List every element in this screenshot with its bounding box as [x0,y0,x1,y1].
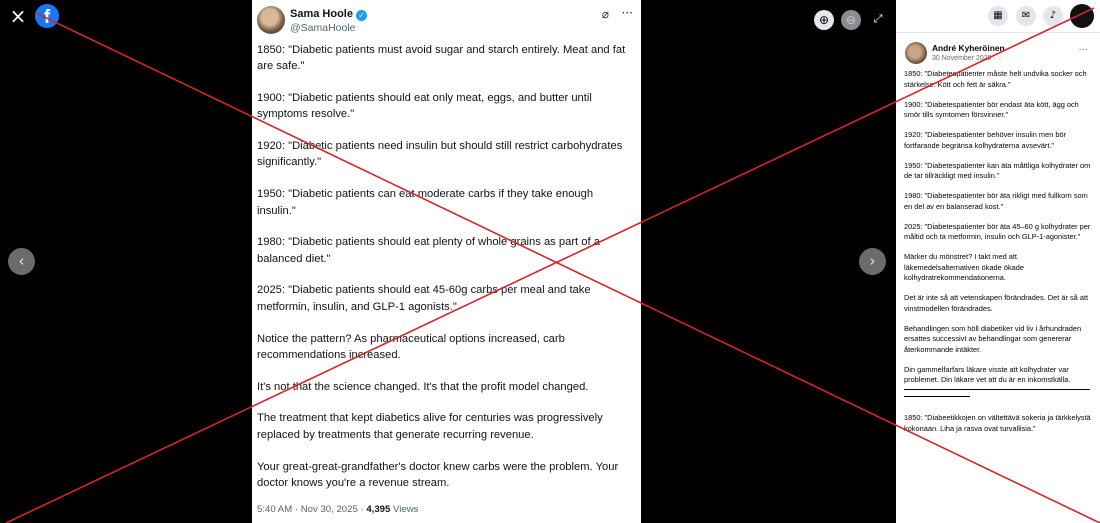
post-author-avatar[interactable] [905,42,927,64]
post-more-icon[interactable]: ··· [1078,45,1088,56]
tweet-timestamp: 5:40 AM · Nov 30, 2025 · 4,395 Views [257,504,633,515]
tweet-paragraph: 1850: "Diabetic patients must avoid suga… [257,44,626,73]
tweet-author-avatar [257,6,285,34]
post-author-name[interactable]: André Kyheröinen [932,43,1005,53]
tweet-paragraph: 2025: "Diabetic patients should eat 45-6… [257,284,591,313]
tweet-views-label: Views [390,503,419,515]
tweet-paragraph: 1980: "Diabetic patients should eat plen… [257,236,600,265]
post-paragraph: 2025: "Diabetespatienter bör äta 45–60 g… [904,221,1091,242]
post-date[interactable]: 30 November 2025 · ◌ [932,55,1002,62]
tweet-header: Sama Hoole ✓ @SamaHoole ⌀ ··· [257,4,633,42]
post-paragraph: Märker du mönstret? I takt med att läkem… [904,252,1024,282]
post-paragraph: 1980: "Diabetespatienter bör äta rikligt… [904,191,1088,211]
tweet-views-count: 4,395 [366,503,391,515]
post-paragraph: 1950: "Diabetespatienter kan äta måttlig… [904,160,1091,181]
account-avatar[interactable] [1070,4,1094,28]
verified-badge-icon: ✓ [355,10,367,21]
tweet-author-name-text: Sama Hoole [290,8,353,20]
fullscreen-icon[interactable]: ⤢ [870,11,886,27]
tweet-time: 5:40 AM · Nov 30, 2025 · [257,503,367,515]
close-icon[interactable]: × [8,6,28,26]
post-paragraph: Din gammelfarfars läkare visste att kolh… [904,364,1071,385]
panel-top-bar: ▦ ✉ ♪ [896,0,1100,33]
tweet-screenshot: Sama Hoole ✓ @SamaHoole ⌀ ··· 1850: "Diab… [252,0,641,523]
post-paragraph: 1920: "Diabetespatienter behöver insulin… [904,130,1067,150]
tweet-paragraph: 1920: "Diabetic patients need insulin bu… [257,140,623,169]
post-side-panel: ▦ ✉ ♪ André Kyheröinen 30 November 2025 … [896,0,1100,523]
zoom-in-icon[interactable]: ⊕ [814,10,834,30]
tweet-author-handle: @SamaHoole [290,22,356,34]
post-divider [904,396,970,397]
tweet-author-name: Sama Hoole ✓ [290,8,367,21]
notifications-bell-icon[interactable]: ♪ [1043,6,1063,26]
zoom-out-icon[interactable]: ⊖ [841,10,861,30]
next-photo-button[interactable]: › [859,248,886,275]
post-paragraph: Behandlingen som höll diabetiker vid liv… [904,323,1082,354]
tweet-paragraph: Your great-great-grandfather's doctor kn… [257,460,619,489]
tweet-text: 1850: "Diabetic patients must avoid suga… [257,42,633,491]
tweet-paragraph: 1950: "Diabetic patients can eat moderat… [257,188,594,217]
tweet-paragraph: Notice the pattern? As pharmaceutical op… [257,332,565,361]
tweet-paragraph: It's not that the science changed. It's … [257,380,589,393]
post-text: 1850: "Diabetespatienter måste helt undv… [896,69,1100,434]
post-paragraph: 1850: "Diabetespatienter måste helt undv… [904,69,1087,89]
menu-grid-icon[interactable]: ▦ [988,6,1008,26]
post-header: André Kyheröinen 30 November 2025 · ◌ ··… [896,41,1100,69]
tweet-more-icon: ··· [621,6,633,20]
post-paragraph: 1900: "Diabetespatienter bör endast äta … [904,99,1079,120]
facebook-logo-icon[interactable]: f [35,4,59,28]
previous-photo-button[interactable]: ‹ [8,248,35,275]
post-paragraph: Det är inte så att vetenskapen förändrad… [904,293,1089,313]
messenger-icon[interactable]: ✉ [1016,6,1036,26]
post-paragraph: 1850: "Diabeetikkojen on vältettävä soke… [904,413,1091,433]
photo-viewer: Sama Hoole ✓ @SamaHoole ⌀ ··· 1850: "Diab… [0,0,896,523]
tweet-paragraph: 1900: "Diabetic patients should eat only… [257,92,592,121]
post-divider [904,389,1090,390]
tweet-paragraph: The treatment that kept diabetics alive … [257,412,603,441]
grok-icon: ⌀ [601,7,609,21]
